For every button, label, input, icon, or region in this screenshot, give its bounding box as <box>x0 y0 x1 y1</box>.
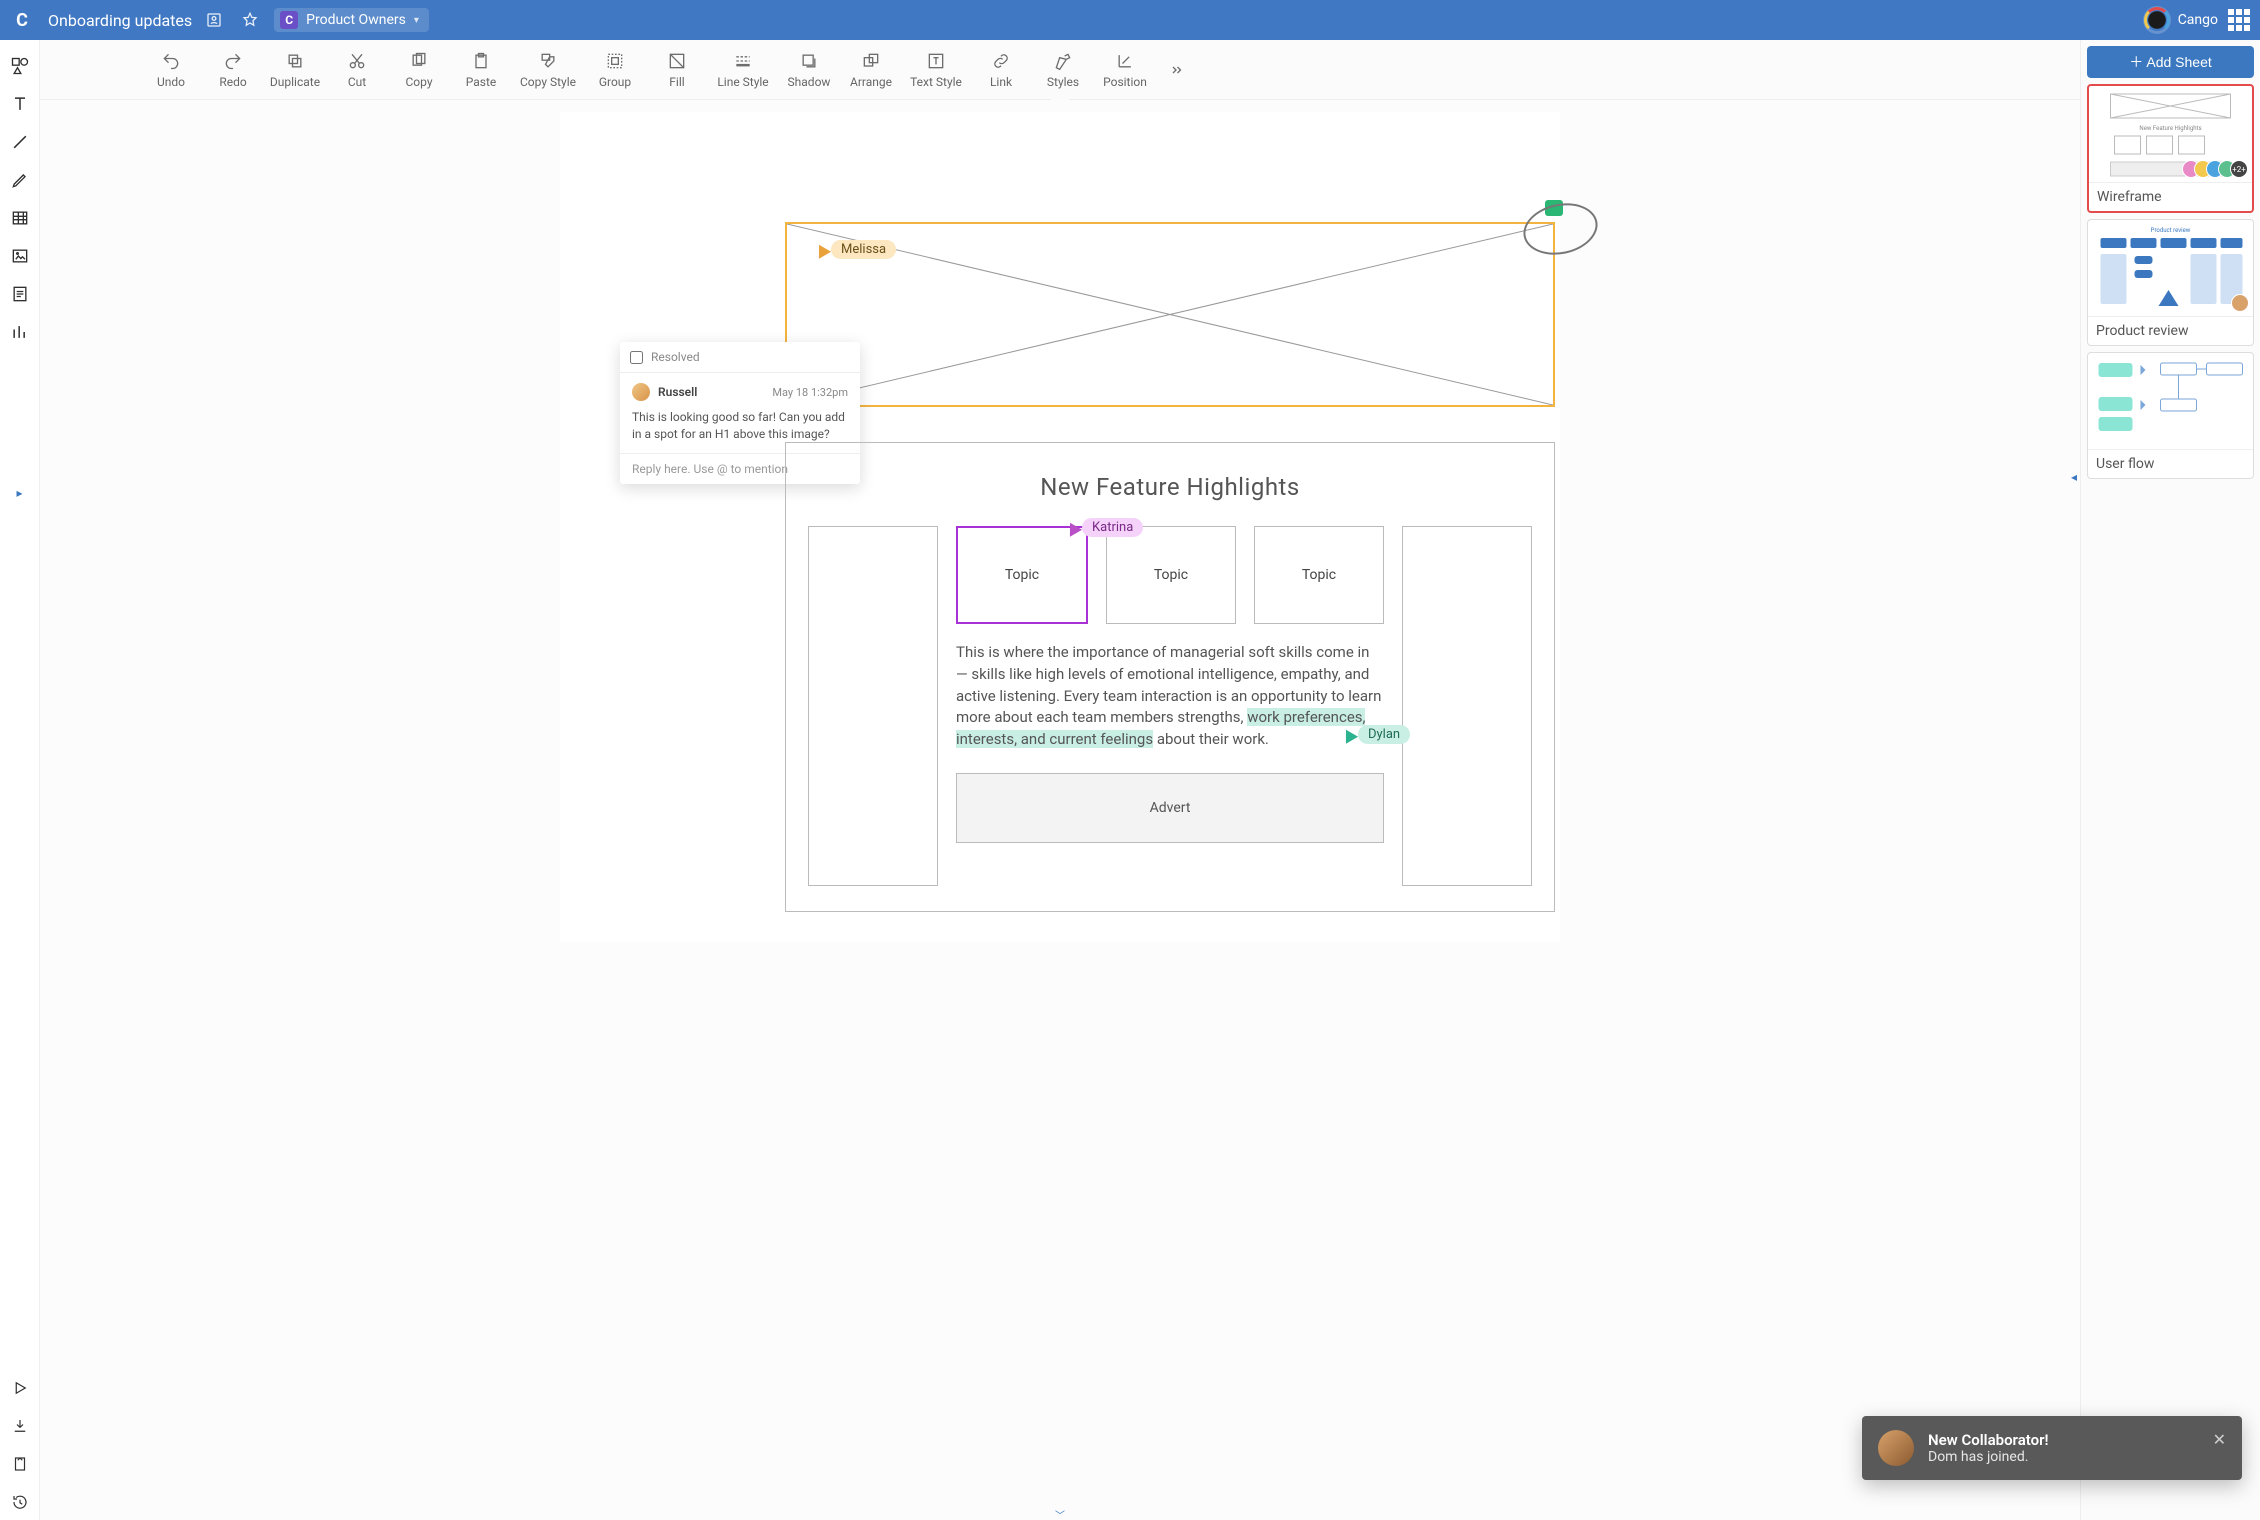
document-title[interactable]: Onboarding updates <box>48 11 192 30</box>
cursor-label: Melissa <box>831 240 896 259</box>
add-sheet-button[interactable]: ＋ Add Sheet <box>2087 46 2254 78</box>
image-tool-icon[interactable] <box>2 238 38 274</box>
comment-timestamp: May 18 1:32pm <box>772 386 848 399</box>
body-text[interactable]: This is where the importance of manageri… <box>956 642 1384 751</box>
undo-button[interactable]: Undo <box>140 51 202 89</box>
shapes-tool-icon[interactable] <box>2 48 38 84</box>
comment-message: This is looking good so far! Can you add… <box>632 409 848 443</box>
cut-button[interactable]: Cut <box>326 51 388 89</box>
copy-style-button[interactable]: Copy Style <box>512 51 584 89</box>
svg-text:New Feature Highlights: New Feature Highlights <box>2139 125 2201 132</box>
brand-logo-icon[interactable] <box>2146 9 2168 31</box>
sheet-label: User flow <box>2088 449 2253 478</box>
document-tool-icon[interactable] <box>2 276 38 312</box>
toast-subtitle: Dom has joined. <box>1928 1449 2049 1465</box>
svg-text:Product review: Product review <box>2151 227 2191 234</box>
app-header: C Onboarding updates C Product Owners ▾ … <box>0 0 2260 40</box>
play-icon[interactable] <box>2 1370 38 1406</box>
sidebar-box-left[interactable] <box>808 526 938 886</box>
left-toolbar: ▸ <box>0 40 40 1520</box>
collaborator-stack <box>2237 294 2249 312</box>
cursor-label: Katrina <box>1082 518 1143 537</box>
collaborator-cursor-melissa: Melissa <box>815 240 896 259</box>
text-style-button[interactable]: Text Style <box>902 51 970 89</box>
history-icon[interactable] <box>200 6 228 34</box>
paste-button[interactable]: Paste <box>450 51 512 89</box>
copy-button[interactable]: Copy <box>388 51 450 89</box>
resolved-checkbox[interactable] <box>630 351 643 364</box>
image-placeholder[interactable] <box>785 222 1555 407</box>
position-button[interactable]: Position <box>1094 51 1156 89</box>
resolved-label: Resolved <box>651 350 700 364</box>
team-badge-icon: C <box>280 11 298 29</box>
redo-button[interactable]: Redo <box>202 51 264 89</box>
cursor-icon <box>1064 519 1082 536</box>
sheet-thumbnail-user-flow[interactable]: User flow <box>2087 352 2254 479</box>
more-tools-button[interactable] <box>1156 61 1196 79</box>
avatar <box>1878 1430 1914 1466</box>
line-tool-icon[interactable] <box>2 124 38 160</box>
sheets-panel: ＋ Add Sheet New Feature Highlights +2+ W… <box>2080 40 2260 1520</box>
close-icon[interactable]: ✕ <box>2213 1430 2226 1449</box>
advert-box[interactable]: Advert <box>956 773 1384 843</box>
topic-card[interactable]: Topic <box>1254 526 1384 624</box>
canvas[interactable]: Melissa Resolved Russell May 18 1: <box>40 100 2080 1520</box>
text-tool-icon[interactable] <box>2 86 38 122</box>
shadow-button[interactable]: Shadow <box>778 51 840 89</box>
collaborator-toast: New Collaborator! Dom has joined. ✕ <box>1862 1416 2242 1480</box>
share-icon[interactable] <box>2 1446 38 1482</box>
pencil-tool-icon[interactable] <box>2 162 38 198</box>
duplicate-button[interactable]: Duplicate <box>264 51 326 89</box>
team-selector[interactable]: C Product Owners ▾ <box>274 8 429 32</box>
collaborator-cursor-dylan: Dylan <box>1342 725 1410 744</box>
cursor-icon <box>813 241 831 258</box>
topic-card[interactable]: Topic <box>1106 526 1236 624</box>
collaborator-stack: +2+ <box>2188 160 2248 178</box>
sheet-label: Product review <box>2088 316 2253 345</box>
page-artboard[interactable]: Melissa Resolved Russell May 18 1: <box>560 112 1560 942</box>
comment-author: Russell <box>658 385 697 399</box>
section-heading[interactable]: New Feature Highlights <box>808 473 1532 501</box>
chart-tool-icon[interactable] <box>2 314 38 350</box>
sheet-label: Wireframe <box>2089 182 2252 211</box>
line-style-button[interactable]: Line Style <box>708 51 778 89</box>
fill-button[interactable]: Fill <box>646 51 708 89</box>
collapse-right-panel-icon[interactable]: ◂ <box>2071 470 2077 484</box>
brand-name: Cango <box>2178 12 2218 28</box>
group-button[interactable]: Group <box>584 51 646 89</box>
sheet-thumbnail-wireframe[interactable]: New Feature Highlights +2+ Wireframe <box>2087 84 2254 213</box>
apps-grid-icon[interactable] <box>2228 9 2250 31</box>
team-name: Product Owners <box>306 12 406 28</box>
arrange-button[interactable]: Arrange <box>840 51 902 89</box>
sheet-thumbnail-product-review[interactable]: Product review Product review <box>2087 219 2254 346</box>
link-button[interactable]: Link <box>970 51 1032 89</box>
sidebar-box-right[interactable] <box>1402 526 1532 886</box>
app-logo-icon[interactable]: C <box>10 8 34 32</box>
star-icon[interactable] <box>236 6 264 34</box>
cursor-label: Dylan <box>1358 725 1410 744</box>
scroll-down-icon[interactable]: ﹀ <box>1055 1507 1065 1520</box>
styles-button[interactable]: Styles <box>1032 51 1094 89</box>
action-toolbar: Undo Redo Duplicate Cut Copy Paste Copy … <box>40 40 2080 100</box>
topic-card[interactable]: Topic <box>956 526 1088 624</box>
content-frame[interactable]: New Feature Highlights Topic Topic Topic <box>785 442 1555 912</box>
table-tool-icon[interactable] <box>2 200 38 236</box>
toast-title: New Collaborator! <box>1928 1431 2049 1449</box>
expand-left-panel-icon[interactable]: ▸ <box>16 486 22 500</box>
cursor-icon <box>1340 726 1358 743</box>
download-icon[interactable] <box>2 1408 38 1444</box>
avatar <box>632 383 650 401</box>
chevron-down-icon: ▾ <box>414 15 419 26</box>
collaborator-cursor-katrina: Katrina <box>1066 518 1143 537</box>
history-icon[interactable] <box>2 1484 38 1520</box>
